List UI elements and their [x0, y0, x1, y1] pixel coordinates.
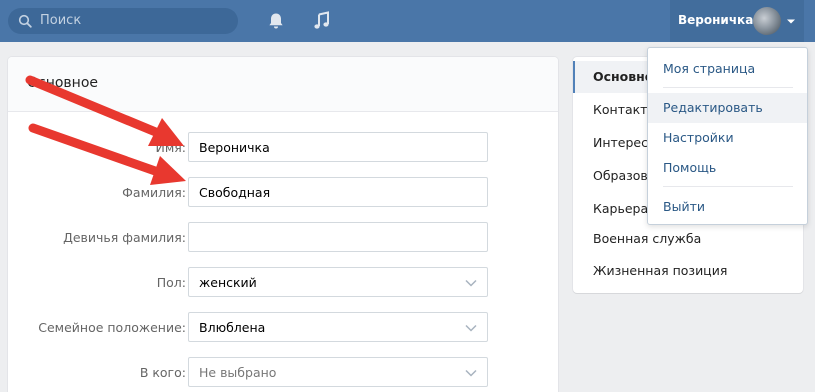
menu-item-logout[interactable]: Выйти	[648, 192, 807, 222]
partner-value: Не выбрано	[199, 365, 277, 380]
gender-value: женский	[199, 275, 257, 290]
last-name-row: Фамилия: Свободная	[8, 177, 558, 207]
chevron-down-icon	[465, 369, 477, 377]
user-menu-button[interactable]: Вероничка	[670, 0, 804, 42]
gender-label: Пол:	[156, 275, 186, 290]
partner-select[interactable]: Не выбрано	[188, 357, 488, 387]
chevron-down-icon	[787, 19, 795, 24]
search-input[interactable]: Поиск	[8, 8, 238, 34]
chevron-down-icon	[465, 279, 477, 287]
last-name-label: Фамилия:	[122, 185, 186, 200]
partner-row: В кого: Не выбрано	[8, 357, 558, 387]
sidebar-item-life-position[interactable]: Жизненная позиция	[573, 255, 803, 287]
menu-item-settings[interactable]: Настройки	[648, 123, 807, 153]
last-name-field[interactable]: Свободная	[188, 177, 488, 207]
gender-select[interactable]: женский	[188, 267, 488, 297]
menu-item-my-page[interactable]: Моя страница	[648, 54, 807, 84]
maiden-name-row: Девичья фамилия:	[8, 222, 558, 252]
section-title: Основное	[8, 57, 558, 112]
relationship-value: Влюблена	[199, 320, 266, 335]
bell-icon[interactable]	[265, 10, 287, 32]
music-icon[interactable]	[311, 10, 333, 32]
profile-edit-panel: Основное Имя: Вероничка Фамилия: Свободн…	[8, 57, 558, 392]
menu-item-help[interactable]: Помощь	[648, 153, 807, 183]
sidebar-item-military[interactable]: Военная служба	[573, 223, 803, 255]
search-placeholder: Поиск	[40, 13, 82, 28]
search-icon	[18, 14, 32, 28]
top-bar: Поиск Вероничка	[0, 0, 815, 42]
menu-divider	[663, 186, 793, 187]
first-name-row: Имя: Вероничка	[8, 132, 558, 162]
relationship-select[interactable]: Влюблена	[188, 312, 488, 342]
menu-divider	[663, 87, 793, 88]
first-name-field[interactable]: Вероничка	[188, 132, 488, 162]
menu-item-edit[interactable]: Редактировать	[648, 93, 807, 123]
first-name-label: Имя:	[155, 140, 186, 155]
maiden-name-field[interactable]	[188, 222, 488, 252]
avatar	[753, 7, 781, 35]
user-dropdown-menu: Моя страница Редактировать Настройки Пом…	[647, 47, 808, 225]
chevron-down-icon	[465, 324, 477, 332]
gender-row: Пол: женский	[8, 267, 558, 297]
partner-label: В кого:	[139, 365, 186, 380]
maiden-name-label: Девичья фамилия:	[63, 230, 186, 245]
user-name: Вероничка	[678, 13, 754, 27]
relationship-row: Семейное положение: Влюблена	[8, 312, 558, 342]
relationship-label: Семейное положение:	[38, 320, 186, 335]
